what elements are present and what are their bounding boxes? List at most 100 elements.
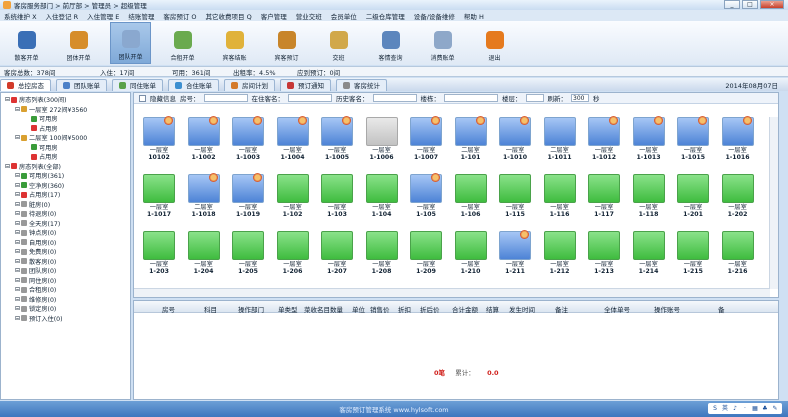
room-status-box[interactable] [321,116,353,146]
tab-1[interactable]: 总控房态 [0,78,51,91]
tab-6[interactable]: 预订通知 [280,78,331,91]
tray-icon[interactable]: ▦ [751,404,759,413]
tab-2[interactable]: 团队账单 [56,78,107,91]
toolbar-button[interactable]: 消费账单 [422,22,463,64]
tree-node[interactable]: ⊟ 占用房(17) [1,190,130,200]
room-vertical-scrollbar[interactable] [769,117,778,289]
room-status-box[interactable] [365,231,398,260]
tree-node[interactable]: ⊟ 脏房(0) [1,200,130,210]
room-status-box[interactable] [276,116,309,146]
room-status-box[interactable] [632,116,665,146]
room-status-box[interactable] [499,116,531,146]
room-cell[interactable]: 一层室 10102 [143,116,175,171]
toolbar-button[interactable]: 宾客预订 [266,22,307,64]
table-column-header[interactable]: 科目 [204,304,217,314]
room-cell[interactable]: 一层室 1-104 [365,174,398,228]
table-column-header[interactable]: 折扣 [398,304,411,314]
tree-node[interactable]: ⊟ 房态列表(300间) [1,95,130,105]
room-status-box[interactable] [187,173,220,203]
room-cell[interactable]: 一层室 1-212 [543,231,576,285]
menu-item[interactable]: 客户管理 [261,11,287,21]
menu-item[interactable]: 入住管理 E [87,11,119,21]
menu-item[interactable]: 设备/设备维修 [414,11,455,21]
tree-node[interactable]: 占用房 [1,152,130,162]
table-column-header[interactable]: 操作账号 [654,304,680,314]
room-cell[interactable]: 二层室 1-1018 [187,173,220,228]
menu-item[interactable]: 营业交班 [296,11,322,21]
tray-icon[interactable]: S [711,404,719,413]
room-cell[interactable]: 一层室 1-1013 [632,116,665,171]
room-cell[interactable]: 一层室 1-206 [276,231,309,285]
room-status-box[interactable] [321,174,353,203]
room-status-box[interactable] [232,173,264,203]
room-cell[interactable]: 一层室 1-116 [543,174,576,228]
room-status-box[interactable] [588,116,620,146]
room-cell[interactable]: 一层室 1-209 [410,231,442,285]
tree-node[interactable]: ⊟ 锁定房(0) [1,304,130,314]
room-cell[interactable]: 一层室 1-1006 [365,117,398,171]
table-column-header[interactable]: 数量 [330,304,343,314]
room-status-box[interactable] [543,174,576,203]
table-column-header[interactable]: 全体单号 [604,304,630,314]
toolbar-button[interactable]: 交班 [318,22,359,64]
tree-node[interactable]: ⊟ 维修房(0) [1,295,130,305]
toolbar-button[interactable]: 散客开单 [6,22,47,64]
room-cell[interactable]: 一层室 1-102 [276,174,309,228]
room-cell[interactable]: 一层室 1-106 [454,174,487,228]
room-cell[interactable]: 一层室 1-210 [454,231,487,285]
room-cell[interactable]: 一层室 1-1010 [499,116,531,171]
tree-node[interactable]: ⊟ 合租房(0) [1,285,130,295]
menu-item[interactable]: 帮助 H [464,11,484,21]
room-cell[interactable]: 一层室 1-1012 [588,116,620,171]
table-column-header[interactable]: 单类型 [278,304,298,314]
toolbar-button[interactable]: 宾客结账 [214,22,255,64]
room-cell[interactable]: 一层室 1-1017 [143,174,175,228]
table-column-header[interactable]: 发生时间 [509,304,535,314]
room-horizontal-scrollbar[interactable] [134,288,770,297]
minimize-button[interactable]: _ [724,0,740,9]
tree-node[interactable]: ⊟ 团队房(0) [1,266,130,276]
tree-node[interactable]: ⊟ 自用房(0) [1,238,130,248]
room-cell[interactable]: 一层室 1-205 [232,231,264,285]
room-status-box[interactable] [143,174,175,203]
table-column-header[interactable]: 合计金额 [452,304,478,314]
room-cell[interactable]: 一层室 1-203 [143,231,175,285]
tree-node[interactable]: ⊟ 预订入住(0) [1,314,130,324]
menu-item[interactable]: 系统维护 X [4,11,37,21]
tree-node[interactable]: ⊟ 免费房(0) [1,247,130,257]
room-cell[interactable]: 一层室 1-1002 [187,116,220,171]
room-cell[interactable]: 一层室 1-202 [721,174,754,228]
room-status-box[interactable] [232,231,264,260]
room-status-box[interactable] [677,116,709,146]
room-status-box[interactable] [588,174,620,203]
room-cell[interactable]: 一层室 1-215 [677,231,709,285]
room-cell[interactable]: 一层室 1-103 [321,174,353,228]
room-status-box[interactable] [499,230,531,260]
room-cell[interactable]: 一层室 1-204 [187,231,220,285]
room-status-box[interactable] [365,174,398,203]
table-column-header[interactable]: 备注 [555,304,568,314]
building-select[interactable] [444,94,498,102]
tray-icon[interactable]: ♣ [761,404,769,413]
tree-node[interactable]: ⊟ 房态列表(全部) [1,162,130,172]
table-column-header[interactable]: 房号 [162,304,175,314]
tree-node[interactable]: ⊟ 二层室 100间¥5000 [1,133,130,143]
refresh-input[interactable]: 300 [571,94,589,102]
room-status-box[interactable] [499,174,531,203]
floor-input[interactable] [525,94,544,102]
hidden-info-checkbox[interactable] [139,94,146,102]
tray-icon[interactable]: · [741,404,749,413]
room-status-box[interactable] [143,231,175,260]
room-cell[interactable]: 一层室 1-1016 [721,116,754,171]
room-status-box[interactable] [721,116,754,146]
room-cell[interactable]: 一层室 1-213 [588,231,620,285]
room-status-box[interactable] [454,116,487,146]
table-column-header[interactable]: 菜收名目 [304,304,330,314]
room-status-box[interactable] [410,116,442,146]
tab-3[interactable]: 同住账单 [112,78,163,91]
table-column-header[interactable]: 单位 [352,304,365,314]
table-column-header[interactable]: 销售价 [370,304,390,314]
tree-node[interactable]: ⊟ 待退房(0) [1,209,130,219]
tree-node[interactable]: ⊟ 同住房(0) [1,276,130,286]
room-cell[interactable]: 一层室 1-117 [588,174,620,228]
